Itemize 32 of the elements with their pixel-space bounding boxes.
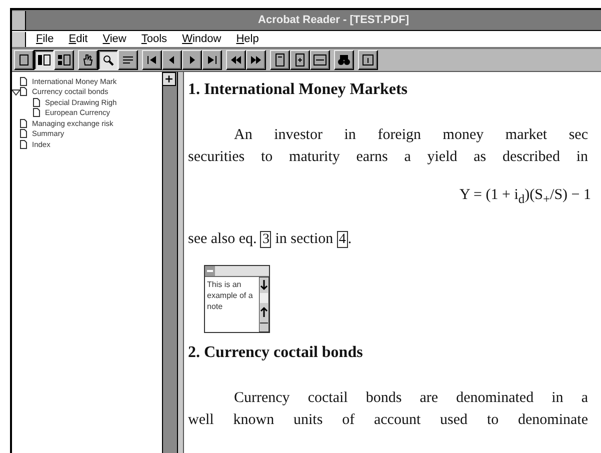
square-icon: [360, 52, 376, 68]
paragraph-line: securities to maturity earns a yield as described in: [188, 148, 588, 167]
menu-item[interactable]: Window: [182, 33, 222, 45]
scrollbar-drawing[interactable]: [259, 277, 269, 332]
reference-link[interactable]: 4: [336, 231, 348, 248]
paragraph-line: An investor in foreign money market sec: [233, 126, 588, 145]
system-menu-icon[interactable]: [12, 10, 26, 30]
bookmark-panel-icon: [36, 52, 52, 68]
reference-link[interactable]: 3: [260, 231, 272, 248]
thumbnail-panel-icon: [56, 52, 72, 68]
cross-reference-text: see also eq. 3 in section 4.: [188, 230, 353, 250]
menu-item[interactable]: Tools: [141, 33, 168, 45]
toolbar-button[interactable]: [98, 50, 118, 70]
formula: Y = (1 + i$_{d}$)(S$_{+}$/S) − 1: [460, 187, 591, 203]
menu-item[interactable]: File: [36, 33, 54, 45]
paragraph-line: well known units of account used to denominate: [188, 411, 588, 430]
section-heading: 2. Currency coctail bonds: [188, 343, 364, 363]
document-menu-icon[interactable]: [12, 32, 26, 46]
splitter-bar[interactable]: [177, 72, 184, 453]
menu-item[interactable]: Help: [236, 33, 259, 45]
menu-item[interactable]: View: [102, 33, 126, 45]
menu-item[interactable]: Edit: [68, 33, 88, 45]
section-heading: 1. International Money Markets: [188, 80, 409, 100]
plus-icon[interactable]: [162, 72, 176, 86]
window-title: Acrobat Reader - [TEST.PDF]: [257, 14, 410, 26]
caret-icon[interactable]: [12, 88, 20, 96]
toolbar-button[interactable]: [34, 50, 54, 70]
binoculars-icon: [336, 52, 352, 68]
wide-page-icon: [312, 52, 328, 68]
paragraph-line: Currency coctail bonds are denominated in a: [233, 389, 588, 408]
note-popup[interactable]: This is an example of a note: [204, 265, 270, 333]
note-text: This is an example of a note: [206, 279, 254, 313]
